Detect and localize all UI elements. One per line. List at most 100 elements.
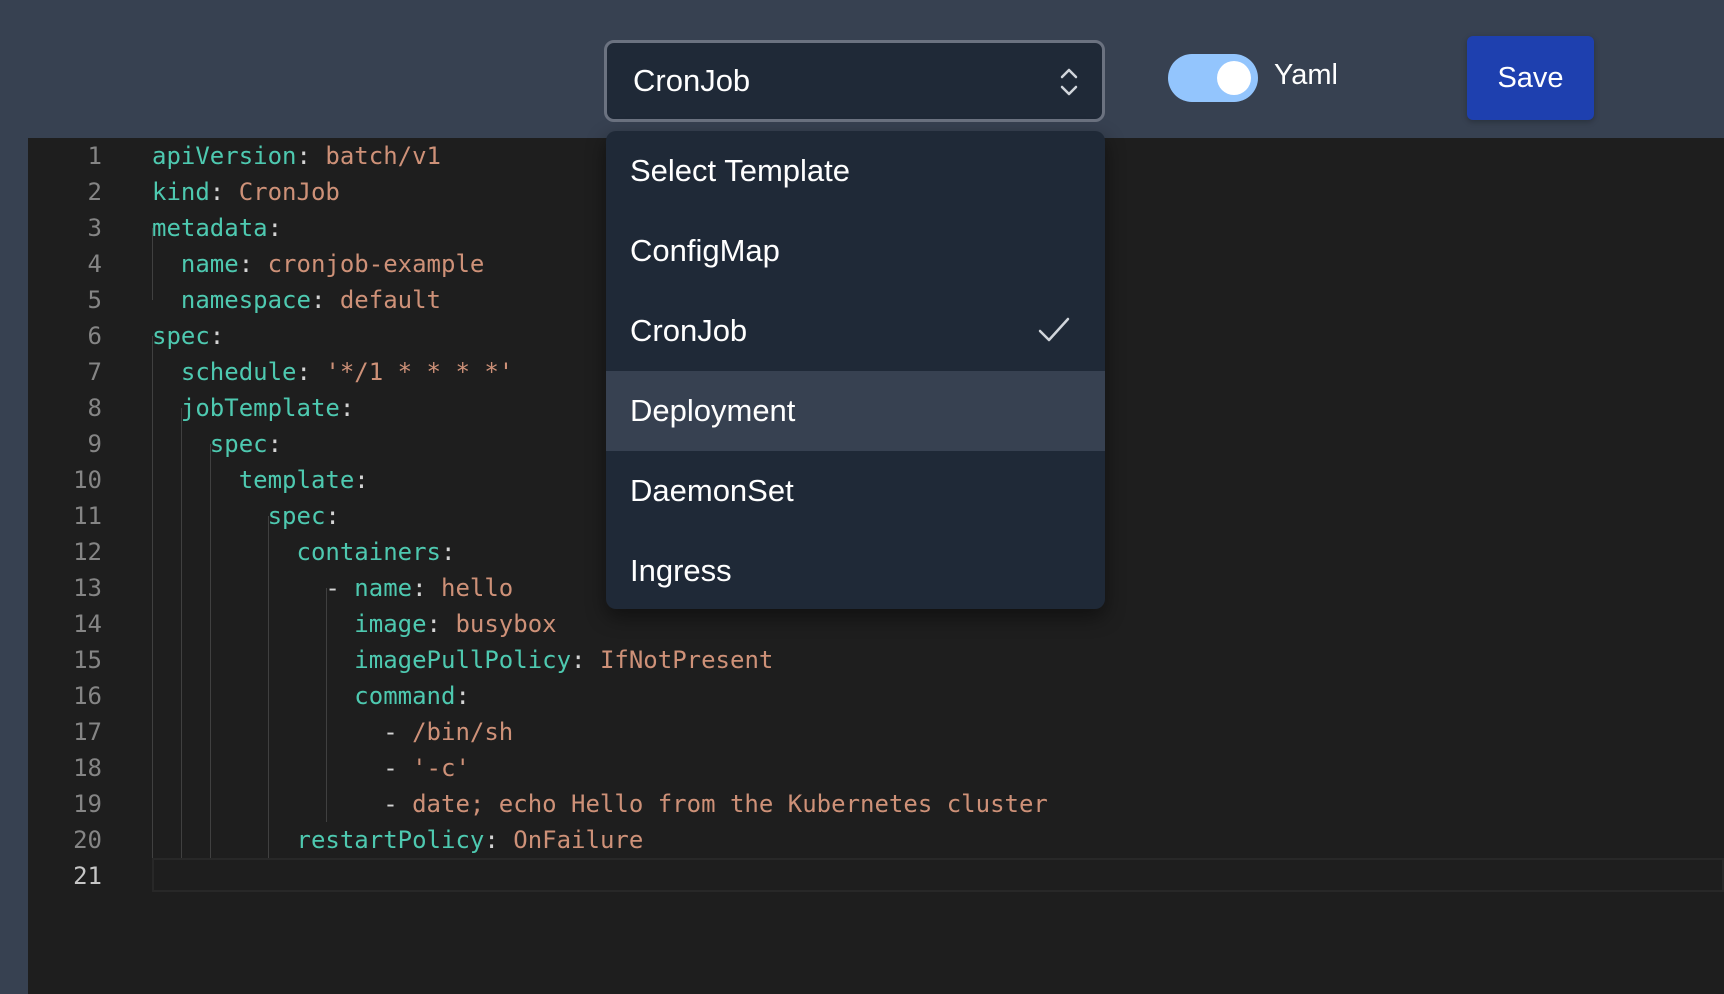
template-select[interactable]: CronJob — [604, 40, 1105, 122]
line-number: 2 — [87, 178, 102, 206]
checkmark-icon — [1038, 317, 1070, 342]
code-text: metadata: — [152, 210, 282, 246]
dropdown-option-label: Deployment — [630, 393, 796, 428]
yaml-value: CronJob — [238, 178, 340, 206]
code-text: - name: hello — [152, 570, 513, 606]
code-text: apiVersion: batch/v1 — [152, 138, 441, 174]
yaml-key: restartPolicy — [296, 826, 485, 854]
line-number: 7 — [87, 358, 102, 386]
yaml-key: spec — [209, 430, 268, 458]
dropdown-option-label: DaemonSet — [630, 473, 794, 508]
yaml-separator: : — [571, 646, 600, 674]
yaml-value: IfNotPresent — [599, 646, 774, 674]
yaml-value: cronjob-example — [267, 250, 485, 278]
line-number: 9 — [87, 430, 102, 458]
yaml-key: spec — [267, 502, 326, 530]
yaml-toggle-label: Yaml — [1274, 59, 1338, 91]
dropdown-option-select-template[interactable]: Select Template — [606, 131, 1105, 211]
dropdown-option-deployment[interactable]: Deployment — [606, 371, 1105, 451]
list-dash: - — [383, 790, 413, 818]
yaml-separator: : — [426, 610, 456, 638]
toggle-knob — [1217, 61, 1251, 95]
yaml-value: OnFailure — [513, 826, 644, 854]
yaml-separator: : — [412, 574, 441, 602]
yaml-key: jobTemplate — [180, 394, 340, 422]
line-number: 13 — [73, 574, 102, 602]
line-number: 1 — [87, 142, 102, 170]
line-number: 8 — [87, 394, 102, 422]
yaml-key: template — [238, 466, 355, 494]
line-number: 19 — [73, 790, 102, 818]
toolbar: CronJob Yaml Save — [0, 0, 1724, 138]
dropdown-option-cronjob[interactable]: CronJob — [606, 291, 1105, 371]
yaml-toggle[interactable] — [1168, 54, 1258, 102]
yaml-key: metadata — [152, 214, 268, 242]
yaml-key: spec — [152, 322, 210, 350]
code-text: - '-c' — [152, 750, 470, 786]
save-button[interactable]: Save — [1467, 36, 1594, 120]
dropdown-option-ingress[interactable]: Ingress — [606, 531, 1105, 609]
code-text: - /bin/sh — [152, 714, 513, 750]
code-text: namespace: default — [152, 282, 441, 318]
code-text: kind: CronJob — [152, 174, 340, 210]
yaml-key: schedule — [180, 358, 297, 386]
chevron-up-down-icon — [1060, 68, 1078, 96]
line-number: 3 — [87, 214, 102, 242]
yaml-value: '-c' — [412, 754, 470, 782]
yaml-key: apiVersion — [152, 142, 297, 170]
code-text: restartPolicy: OnFailure — [152, 822, 644, 858]
code-text: name: cronjob-example — [152, 246, 484, 282]
current-line-highlight — [152, 858, 1724, 892]
yaml-separator: : — [238, 250, 268, 278]
yaml-separator: : — [296, 358, 326, 386]
yaml-separator: : — [441, 538, 456, 566]
dropdown-option-daemonset[interactable]: DaemonSet — [606, 451, 1105, 531]
yaml-separator: : — [296, 142, 326, 170]
list-dash: - — [325, 574, 355, 602]
line-number: 5 — [87, 286, 102, 314]
yaml-separator: : — [455, 682, 470, 710]
yaml-value: '*/1 * * * *' — [325, 358, 514, 386]
yaml-separator: : — [325, 502, 340, 530]
list-dash: - — [383, 718, 413, 746]
yaml-separator: : — [209, 322, 225, 350]
line-number: 15 — [73, 646, 102, 674]
template-dropdown-menu: Select Template ConfigMap CronJob Deploy… — [606, 131, 1105, 609]
dropdown-option-label: Ingress — [630, 553, 732, 588]
yaml-key: kind — [152, 178, 210, 206]
dropdown-option-configmap[interactable]: ConfigMap — [606, 211, 1105, 291]
line-number: 11 — [73, 502, 102, 530]
code-text: image: busybox — [152, 606, 556, 642]
yaml-value: batch/v1 — [325, 142, 441, 170]
yaml-key: name — [354, 574, 413, 602]
yaml-key: name — [180, 250, 239, 278]
yaml-separator: : — [209, 178, 239, 206]
yaml-separator: : — [339, 394, 355, 422]
yaml-separator: : — [354, 466, 369, 494]
list-dash: - — [383, 754, 413, 782]
code-text: spec: — [152, 498, 340, 534]
line-number: 6 — [87, 322, 102, 350]
line-number: 4 — [87, 250, 102, 278]
line-number: 12 — [73, 538, 102, 566]
line-number: 18 — [73, 754, 102, 782]
line-number: 17 — [73, 718, 102, 746]
dropdown-option-label: CronJob — [630, 313, 748, 348]
dropdown-option-label: Select Template — [630, 153, 850, 188]
line-number: 20 — [73, 826, 102, 854]
code-text: spec: — [152, 318, 224, 354]
line-number: 14 — [73, 610, 102, 638]
yaml-value: default — [339, 286, 442, 314]
